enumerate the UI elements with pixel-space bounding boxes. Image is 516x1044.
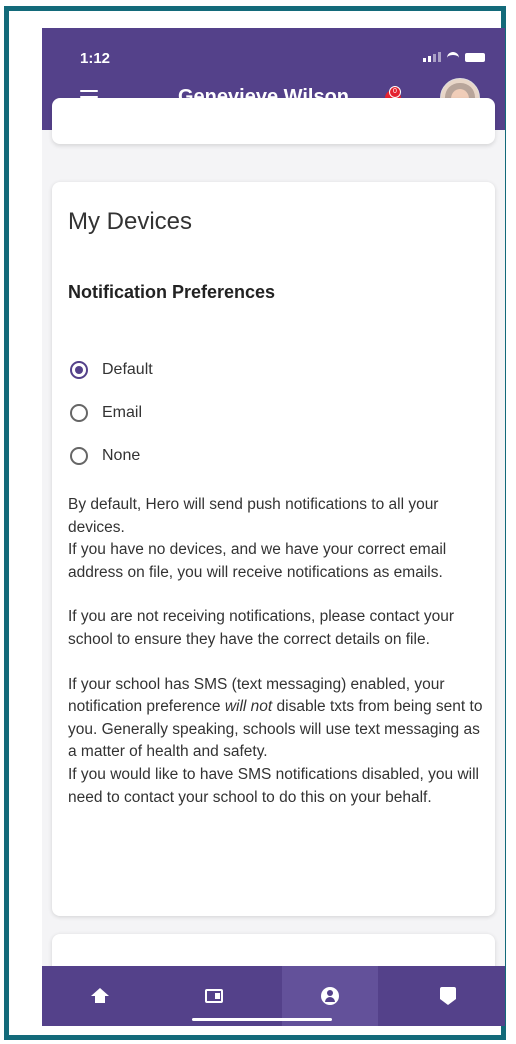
signal-icon [423, 52, 441, 62]
radio-option-email[interactable]: Email [70, 391, 153, 434]
bottom-nav [42, 966, 505, 1026]
home-icon [91, 988, 109, 1004]
phone-screen: 1:12 Genevieve Wilson 0 My Devices Notif… [42, 28, 505, 1026]
nav-profile[interactable] [282, 966, 378, 1026]
radio-option-none[interactable]: None [70, 434, 153, 477]
wifi-icon [446, 50, 460, 62]
info-paragraph-sms: If your school has SMS (text messaging) … [68, 675, 483, 806]
info-paragraph-push: By default, Hero will send push notifica… [68, 496, 447, 581]
radio-option-default[interactable]: Default [70, 348, 153, 391]
card-title: My Devices [68, 208, 193, 235]
home-indicator [192, 1018, 332, 1021]
battery-icon [465, 53, 485, 62]
notification-badge: 0 [389, 86, 401, 98]
info-paragraph-not-receiving: If you are not receiving notifications, … [68, 608, 454, 648]
radio-email[interactable] [70, 403, 88, 422]
radio-label: Email [102, 403, 143, 421]
previous-card [52, 98, 495, 144]
my-devices-card: My Devices Notification Preferences Defa… [52, 182, 495, 916]
notification-preferences-heading: Notification Preferences [68, 282, 276, 302]
notification-preference-group: Default Email None [70, 348, 153, 477]
info-text: By default, Hero will send push notifica… [68, 494, 483, 831]
radio-label: Default [102, 360, 153, 378]
status-time: 1:12 [80, 50, 111, 67]
radio-default[interactable] [70, 360, 88, 379]
shield-icon [440, 987, 456, 1005]
nav-safety[interactable] [400, 966, 496, 1026]
nav-home[interactable] [52, 966, 148, 1026]
user-icon [321, 987, 339, 1005]
radio-label: None [102, 446, 141, 464]
status-icons [423, 50, 485, 62]
radio-none[interactable] [70, 446, 88, 465]
feed-icon [205, 989, 223, 1003]
nav-feed[interactable] [166, 966, 262, 1026]
